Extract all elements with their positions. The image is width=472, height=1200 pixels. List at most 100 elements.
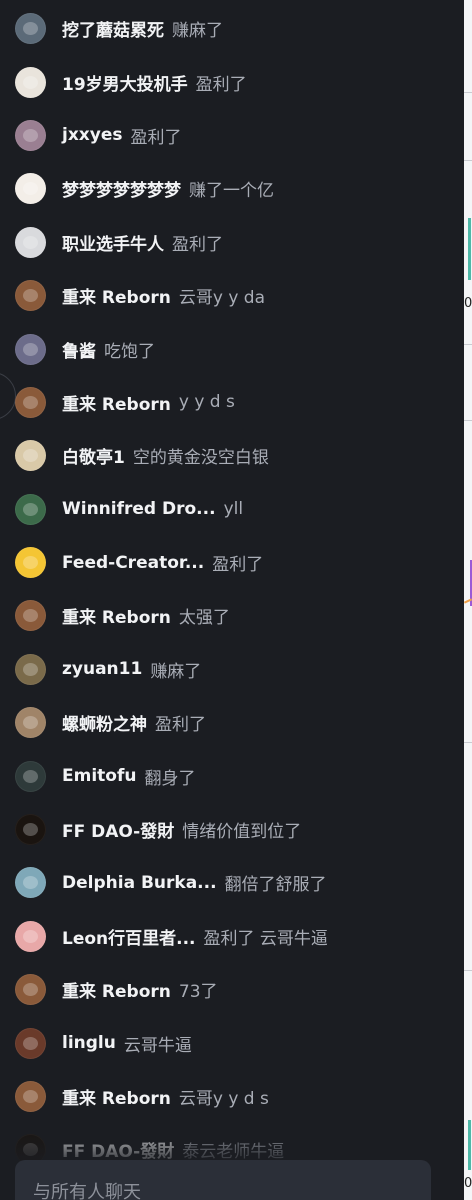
chat-username[interactable]: 19岁男大投机手 (62, 70, 188, 95)
chat-username[interactable]: Delphia Burka... (62, 873, 217, 893)
avatar-icon[interactable] (15, 493, 46, 525)
chat-message-text: 盈利了 (195, 74, 247, 95)
avatar-icon[interactable] (15, 814, 46, 846)
chat-username[interactable]: 白敬亭1 (62, 443, 125, 468)
grid-line (464, 420, 472, 421)
chat-message-text: 赚麻了 (150, 661, 202, 682)
avatar-face-icon (23, 75, 38, 89)
avatar-face-icon (23, 876, 38, 890)
chat-input[interactable] (33, 1182, 413, 1200)
avatar-icon[interactable] (15, 173, 46, 205)
grid-line (464, 92, 472, 93)
avatar-face-icon (23, 182, 38, 196)
avatar-face-icon (23, 983, 38, 997)
axis-label: 00 (464, 1176, 472, 1191)
avatar-face-icon (23, 289, 38, 303)
chat-message: 19岁男大投机手 盈利了 (0, 55, 464, 108)
chat-message-text: yll (223, 499, 244, 520)
chat-message-text: 盈利了 (172, 234, 223, 255)
avatar-icon[interactable] (15, 760, 46, 792)
chat-message-text: y y d s (178, 392, 235, 413)
chat-message-text: 翻身了 (144, 768, 196, 789)
chat-message: 鲁酱 吃饱了 (0, 322, 464, 375)
chat-input-box[interactable] (15, 1160, 431, 1200)
chat-username[interactable]: Winnifred Dro... (62, 499, 216, 519)
avatar-face-icon (23, 823, 38, 837)
live-chat-panel: 挖了蘑菇累死 赚麻了 19岁男大投机手 盈利了 jxxyes 盈利了 梦梦梦梦梦梦梦 赚了一个… (0, 0, 464, 1200)
chat-message: Leon行百里者... 盈利了 云哥牛逼 (0, 910, 464, 963)
chat-message-text: 赚了一个亿 (189, 181, 274, 202)
avatar-icon[interactable] (15, 920, 46, 952)
avatar-icon[interactable] (15, 600, 46, 632)
avatar-face-icon (23, 1143, 38, 1157)
chat-message-text: 云哥y y da (178, 288, 266, 309)
chat-username[interactable]: 职业选手牛人 (62, 230, 164, 255)
chat-username[interactable]: jxxyes (62, 125, 123, 145)
chat-username[interactable]: 鲁酱 (62, 337, 96, 362)
chat-message: zyuan11 赚麻了 (0, 643, 464, 696)
grid-line (464, 160, 472, 161)
chat-username[interactable]: linglu (62, 1033, 116, 1053)
chat-username[interactable]: Leon行百里者... (62, 924, 196, 949)
avatar-icon[interactable] (15, 66, 46, 98)
chat-username[interactable]: Feed-Creator... (62, 553, 204, 573)
avatar-face-icon (23, 449, 38, 463)
avatar-icon[interactable] (15, 653, 46, 685)
grid-line (464, 344, 472, 345)
axis-label: 07 (464, 296, 472, 311)
chart-bar (468, 218, 471, 280)
chat-message-text: 云哥y y d s (178, 1089, 269, 1109)
chat-message-text: 云哥牛逼 (123, 1035, 192, 1056)
avatar-face-icon (23, 662, 38, 676)
chat-message: 梦梦梦梦梦梦梦 赚了一个亿 (0, 162, 464, 215)
chat-username[interactable]: FF DAO-發財 (62, 817, 174, 842)
avatar-face-icon (23, 716, 38, 730)
chat-username[interactable]: 挖了蘑菇累死 (62, 16, 164, 41)
chat-username[interactable]: 螺蛳粉之神 (62, 710, 147, 735)
chat-username[interactable]: 重来 Reborn (62, 977, 171, 1002)
chat-message: Feed-Creator... 盈利了 (0, 536, 464, 589)
chat-message: FF DAO-發財 情绪价值到位了 (0, 803, 464, 856)
avatar-icon[interactable] (15, 226, 46, 258)
chat-username[interactable]: 重来 Reborn (62, 390, 171, 415)
chat-username[interactable]: 梦梦梦梦梦梦梦 (62, 176, 181, 201)
chat-username[interactable]: FF DAO-發財 (62, 1137, 174, 1162)
chat-message: Emitofu 翻身了 (0, 749, 464, 802)
avatar-icon[interactable] (15, 119, 46, 151)
chat-message-text: 太强了 (178, 608, 230, 629)
chat-message: 职业选手牛人 盈利了 (0, 216, 464, 269)
chat-message-list[interactable]: 挖了蘑菇累死 赚麻了 19岁男大投机手 盈利了 jxxyes 盈利了 梦梦梦梦梦梦梦 赚了一个… (0, 2, 464, 1177)
avatar-icon[interactable] (15, 974, 46, 1006)
chat-message-text: 泰云老师牛逼 (182, 1142, 285, 1163)
chat-message: Delphia Burka... 翻倍了舒服了 (0, 856, 464, 909)
avatar-face-icon (23, 502, 38, 516)
avatar-face-icon (23, 1036, 38, 1050)
chat-message: 挖了蘑菇累死 赚麻了 (0, 2, 464, 55)
chat-username[interactable]: 重来 Reborn (62, 1084, 171, 1109)
chat-message: jxxyes 盈利了 (0, 109, 464, 162)
chat-message: 白敬亭1 空的黄金没空白银 (0, 429, 464, 482)
chat-message: 重来 Reborn 云哥y y da (0, 269, 464, 322)
chart-bar (468, 1120, 471, 1170)
avatar-icon[interactable] (15, 333, 46, 365)
avatar-icon[interactable] (15, 707, 46, 739)
avatar-icon[interactable] (15, 280, 46, 312)
avatar-icon[interactable] (15, 440, 46, 472)
avatar-face-icon (23, 929, 38, 943)
chat-username[interactable]: zyuan11 (62, 659, 142, 679)
avatar-icon[interactable] (15, 1081, 46, 1112)
background-chart-edge: 07 00 (464, 0, 472, 1200)
avatar-icon[interactable] (15, 13, 46, 45)
avatar-icon[interactable] (15, 1027, 46, 1059)
chat-username[interactable]: 重来 Reborn (62, 283, 171, 308)
grid-line (464, 742, 472, 743)
chat-username[interactable]: Emitofu (62, 766, 136, 786)
avatar-icon[interactable] (15, 386, 46, 418)
chat-message-text: 空的黄金没空白银 (132, 448, 269, 469)
avatar-face-icon (23, 342, 38, 356)
avatar-icon[interactable] (15, 867, 46, 899)
avatar-face-icon (23, 22, 38, 36)
chat-username[interactable]: 重来 Reborn (62, 603, 171, 628)
avatar-icon[interactable] (15, 547, 46, 579)
chat-message-text: 吃饱了 (104, 341, 155, 362)
